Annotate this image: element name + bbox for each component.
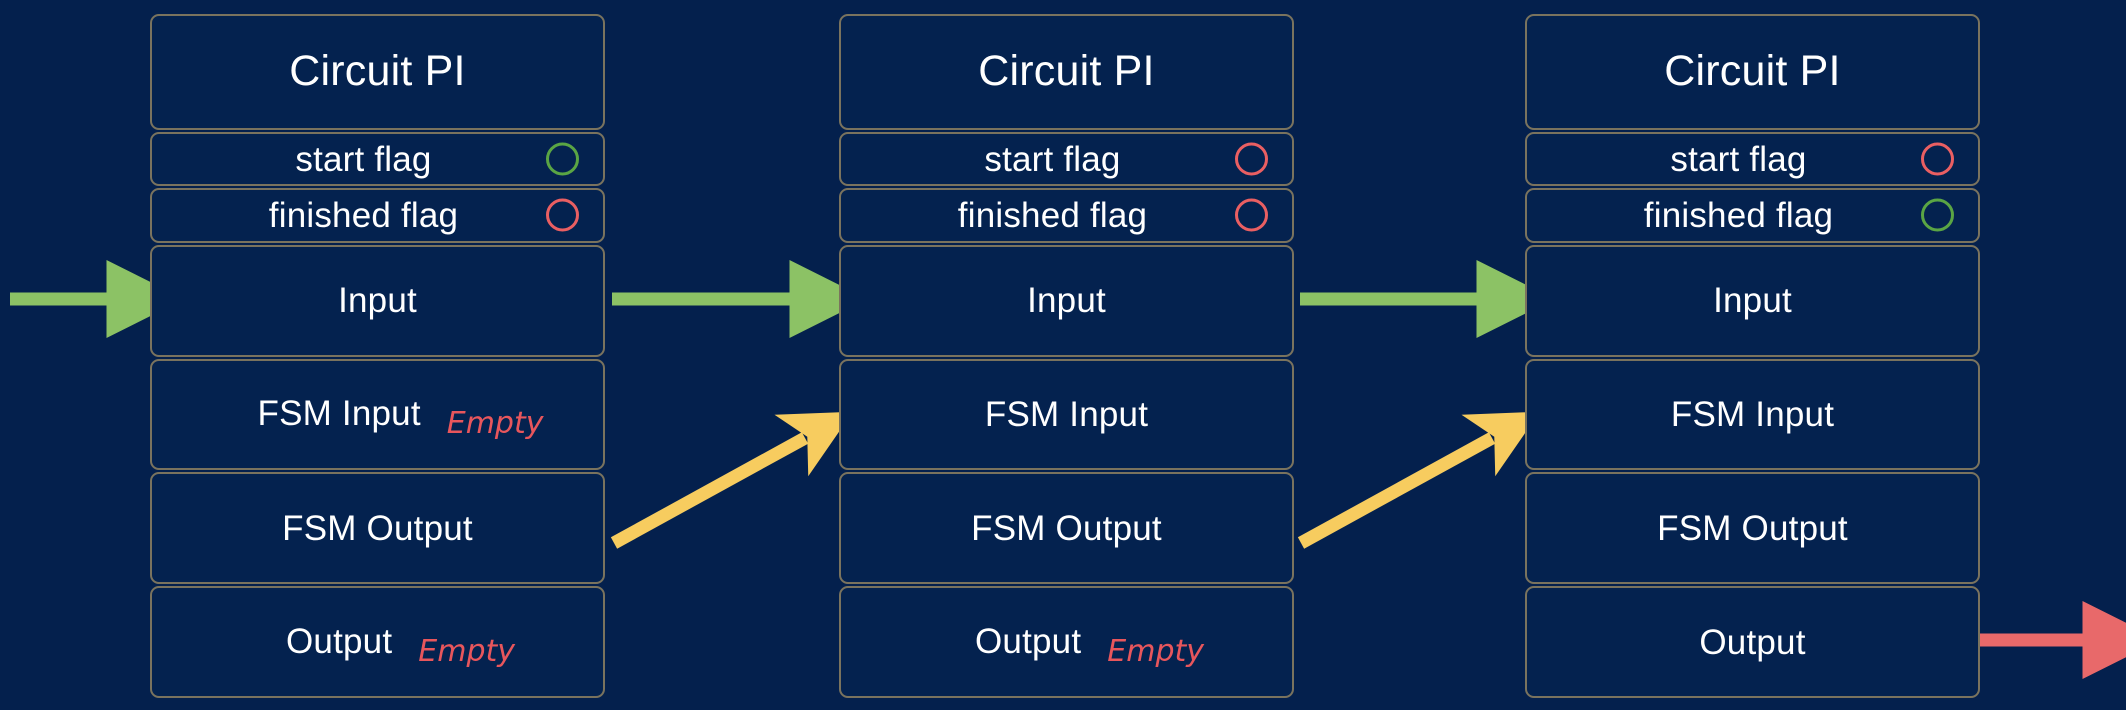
panel-2-title: Circuit PI (978, 47, 1155, 96)
panel-1-output-section: Output Empty (150, 586, 605, 698)
panel-2-output-label: Output (974, 621, 1082, 661)
diagram-canvas: Circuit PI start flag finished flag Inpu… (0, 0, 2126, 710)
panel-1-fsm-output-section: FSM Output (150, 472, 605, 585)
panel-2-start-flag-row: start flag (839, 131, 1294, 187)
panel-3-fsm-output-label: FSM Output (1657, 508, 1848, 548)
panel-2-fsm-input-section: FSM Input (839, 358, 1294, 471)
panel-1-output-label: Output (285, 621, 393, 661)
panel-1-start-flag-row: start flag (150, 131, 605, 187)
panel-3-title-section: Circuit PI (1525, 14, 1980, 130)
panel-2-output-section: Output Empty (839, 586, 1294, 698)
panel-1-finished-flag-row: finished flag (150, 188, 605, 243)
panel-1-start-flag-label: start flag (295, 139, 432, 179)
panel-3-start-flag-label: start flag (1670, 139, 1807, 179)
panel-3-output-section: Output (1525, 586, 1980, 698)
panel-1-finished-flag-label: finished flag (268, 195, 459, 235)
panel-2-finished-flag-indicator-icon (1235, 198, 1268, 232)
circuit-panel-3: Circuit PI start flag finished flag Inpu… (1525, 14, 1980, 698)
panel-1-start-flag-indicator-icon (546, 142, 579, 176)
panel-2-start-flag-label: start flag (984, 139, 1121, 179)
panel-2-output-empty-tag: Empty (1107, 633, 1205, 669)
panel-2-fsm-output-label: FSM Output (971, 508, 1162, 548)
panel-3-fsm-input-label: FSM Input (1670, 394, 1835, 434)
panel-3-fsm-output-section: FSM Output (1525, 472, 1980, 585)
circuit-panel-1: Circuit PI start flag finished flag Inpu… (150, 14, 605, 698)
fsm-arrow-panel1-to-panel2 (610, 411, 853, 549)
panel-3-finished-flag-row: finished flag (1525, 188, 1980, 243)
panel-3-output-label: Output (1699, 622, 1806, 662)
fsm-arrow-panel2-to-panel3 (1297, 411, 1540, 549)
panel-2-input-section: Input (839, 244, 1294, 357)
panel-1-finished-flag-indicator-icon (546, 198, 579, 232)
panel-2-finished-flag-label: finished flag (957, 195, 1148, 235)
panel-2-finished-flag-row: finished flag (839, 188, 1294, 243)
panel-1-fsm-input-empty-tag: Empty (446, 405, 544, 441)
panel-1-input-label: Input (338, 281, 417, 321)
panel-3-input-label: Input (1713, 281, 1792, 321)
panel-1-input-section: Input (150, 244, 605, 357)
panel-2-fsm-input-label: FSM Input (984, 394, 1149, 434)
panel-1-title: Circuit PI (289, 47, 466, 96)
panel-1-fsm-input-section: FSM Input Empty (150, 358, 605, 471)
panel-2-fsm-output-section: FSM Output (839, 472, 1294, 585)
panel-3-title: Circuit PI (1664, 47, 1841, 96)
panel-3-start-flag-row: start flag (1525, 131, 1980, 187)
panel-2-start-flag-indicator-icon (1235, 142, 1268, 176)
panel-3-finished-flag-indicator-icon (1921, 198, 1954, 232)
panel-3-finished-flag-label: finished flag (1643, 195, 1834, 235)
panel-1-fsm-input-label: FSM Input (257, 393, 421, 433)
circuit-panel-2: Circuit PI start flag finished flag Inpu… (839, 14, 1294, 698)
panel-1-fsm-output-label: FSM Output (282, 508, 473, 548)
panel-1-output-empty-tag: Empty (418, 633, 516, 669)
panel-1-title-section: Circuit PI (150, 14, 605, 130)
panel-2-input-label: Input (1027, 281, 1106, 321)
panel-3-input-section: Input (1525, 244, 1980, 357)
panel-2-title-section: Circuit PI (839, 14, 1294, 130)
panel-3-fsm-input-section: FSM Input (1525, 358, 1980, 471)
panel-3-start-flag-indicator-icon (1921, 142, 1954, 176)
